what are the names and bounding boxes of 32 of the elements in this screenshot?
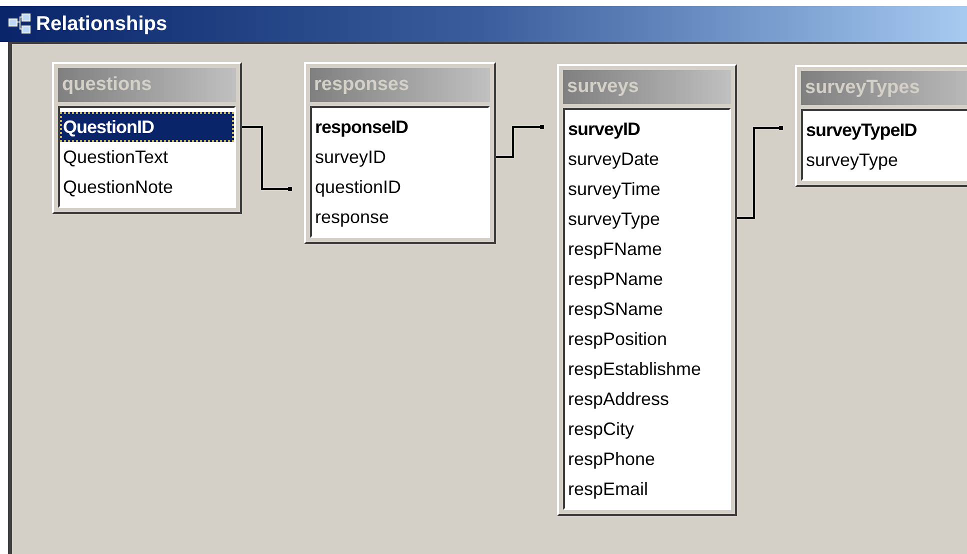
field-item[interactable]: surveyType	[565, 204, 729, 234]
field-item[interactable]: respEstablishme	[565, 354, 729, 384]
field-item[interactable]: QuestionText	[60, 142, 234, 172]
field-item[interactable]: responseID	[312, 112, 488, 142]
field-item[interactable]: respCity	[565, 414, 729, 444]
table-title: surveys	[563, 70, 731, 104]
table-title: surveyTypes	[801, 71, 967, 105]
field-item[interactable]: response	[312, 202, 488, 232]
field-item[interactable]: respPhone	[565, 444, 729, 474]
field-item[interactable]: respPosition	[565, 324, 729, 354]
field-item[interactable]: QuestionNote	[60, 172, 234, 202]
window-title: Relationships	[36, 12, 168, 37]
field-item[interactable]: surveyType	[803, 145, 967, 175]
field-item[interactable]: surveyTime	[565, 174, 729, 204]
field-item[interactable]: respSName	[565, 294, 729, 324]
field-item[interactable]: respFName	[565, 234, 729, 264]
field-item[interactable]: surveyTypeID	[803, 115, 967, 145]
table-title: responses	[310, 68, 490, 102]
field-item[interactable]: surveyDate	[565, 144, 729, 174]
table-title: questions	[58, 68, 236, 102]
table-box[interactable]: responses responseID surveyID questionID response	[304, 62, 496, 244]
field-item[interactable]: respEmail	[565, 474, 729, 504]
table-box[interactable]: questions QuestionID QuestionText QuestionNote	[52, 62, 242, 214]
field-item[interactable]: surveyID	[312, 142, 488, 172]
field-item[interactable]: respPName	[565, 264, 729, 294]
field-item[interactable]: respAddress	[565, 384, 729, 414]
table-box[interactable]: surveys surveyID surveyDate surveyTime surveyType respFName respPName respSName respPosition respEstablishme respAddress respCity respPhone respEmail	[557, 64, 737, 516]
relationships-icon	[8, 13, 32, 35]
field-item[interactable]: questionID	[312, 172, 488, 202]
field-item[interactable]: QuestionID	[60, 112, 234, 142]
table-box[interactable]: surveyTypes surveyTypeID surveyType	[795, 65, 967, 187]
field-item[interactable]: surveyID	[565, 114, 729, 144]
